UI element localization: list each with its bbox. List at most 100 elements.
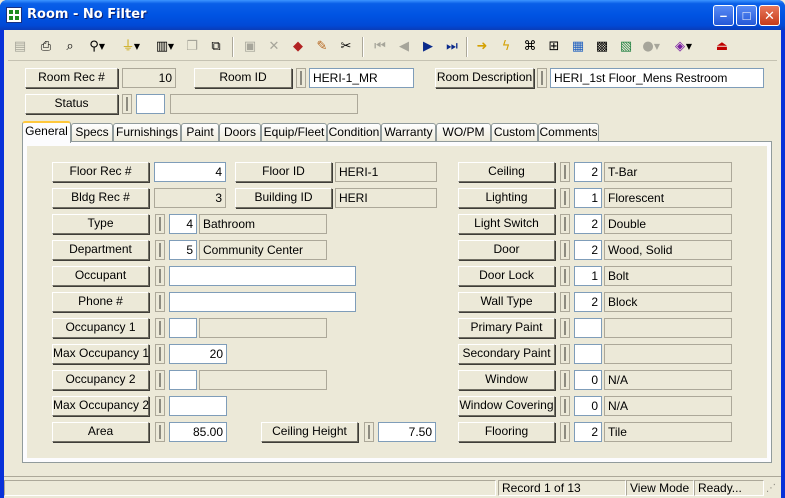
tab-specs[interactable]: Specs — [71, 123, 113, 142]
area-button[interactable]: Area — [52, 422, 149, 442]
spellcheck-icon[interactable]: ◆ — [288, 37, 308, 57]
floor-rec-button[interactable]: Floor Rec # — [52, 162, 149, 182]
field-indicator — [155, 318, 165, 338]
tab-condition[interactable]: Condition — [327, 123, 381, 142]
find-dropdown-icon[interactable]: ▼ — [97, 37, 107, 57]
room-id-field[interactable]: HERI-1_MR — [309, 68, 414, 88]
tree-icon[interactable]: ⊞ — [544, 37, 564, 57]
cut-icon[interactable]: ✂ — [336, 37, 356, 57]
wall-type-button[interactable]: Wall Type — [458, 292, 555, 312]
tab-custom[interactable]: Custom — [491, 123, 538, 142]
tab-warranty[interactable]: Warranty — [381, 123, 436, 142]
max-occupancy2-field[interactable] — [169, 396, 227, 416]
maximize-button[interactable]: □ — [736, 5, 757, 26]
primary-paint-code-field[interactable] — [574, 318, 602, 338]
view-mode-status: View Mode — [626, 480, 694, 496]
floor-id-button[interactable]: Floor ID — [235, 162, 332, 182]
resize-grip-icon[interactable]: ⋰ — [766, 483, 778, 495]
status-button[interactable]: Status — [25, 94, 118, 114]
occupancy2-button[interactable]: Occupancy 2 — [52, 370, 149, 390]
max-occupancy2-button[interactable]: Max Occupancy 2 — [52, 396, 149, 416]
door-code-field[interactable]: 2 — [574, 240, 602, 260]
door-lock-code-field[interactable]: 1 — [574, 266, 602, 286]
room-rec-button[interactable]: Room Rec # — [25, 68, 118, 88]
type-code-field[interactable]: 4 — [169, 214, 197, 234]
bookmark-dropdown-icon[interactable]: ▼ — [684, 37, 694, 57]
max-occupancy1-field[interactable]: 20 — [169, 344, 227, 364]
ceiling-height-button[interactable]: Ceiling Height — [261, 422, 358, 442]
status-code-field[interactable] — [136, 94, 165, 114]
secondary-paint-button[interactable]: Secondary Paint — [458, 344, 555, 364]
hierarchy-icon[interactable]: ⌘ — [520, 37, 540, 57]
new-record-icon[interactable]: ▤ — [10, 37, 30, 57]
delete-icon[interactable]: ✕ — [264, 37, 284, 57]
duplicate-icon[interactable]: ⧉ — [206, 37, 226, 57]
minimize-button[interactable]: – — [713, 5, 734, 26]
exit-icon[interactable]: ⏏ — [712, 37, 732, 57]
tab-wo-pm[interactable]: WO/PM — [436, 123, 491, 142]
map-icon[interactable]: ▦ — [568, 37, 588, 57]
tab-furnishings[interactable]: Furnishings — [113, 123, 181, 142]
previous-record-icon[interactable]: ◀ — [394, 37, 414, 57]
copy-icon[interactable]: ❐ — [182, 37, 202, 57]
first-record-icon[interactable]: ⏮ — [370, 37, 390, 57]
ceiling-height-field[interactable]: 7.50 — [378, 422, 436, 442]
occupancy2-code-field[interactable] — [169, 370, 197, 390]
next-record-icon[interactable]: ▶ — [418, 37, 438, 57]
lighting-code-field[interactable]: 1 — [574, 188, 602, 208]
occupancy1-button[interactable]: Occupancy 1 — [52, 318, 149, 338]
room-description-button[interactable]: Room Description — [435, 68, 534, 88]
room-description-field[interactable]: HERI_1st Floor_Mens Restroom — [550, 68, 764, 88]
type-button[interactable]: Type — [52, 214, 149, 234]
light-switch-button[interactable]: Light Switch — [458, 214, 555, 234]
status-bar-message — [4, 480, 496, 496]
occupant-field[interactable] — [169, 266, 356, 286]
report-dropdown-icon[interactable]: ▼ — [166, 37, 176, 57]
floor-rec-field[interactable]: 4 — [154, 162, 226, 182]
image-icon[interactable]: ▧ — [616, 37, 636, 57]
door-lock-button[interactable]: Door Lock — [458, 266, 555, 286]
last-record-icon[interactable]: ⏭ — [442, 37, 462, 57]
ceiling-button[interactable]: Ceiling — [458, 162, 555, 182]
flooring-code-field[interactable]: 2 — [574, 422, 602, 442]
max-occupancy1-button[interactable]: Max Occupancy 1 — [52, 344, 149, 364]
secondary-paint-code-field[interactable] — [574, 344, 602, 364]
department-code-field[interactable]: 5 — [169, 240, 197, 260]
tab-general[interactable]: General — [22, 121, 71, 143]
save-icon[interactable]: ▣ — [240, 37, 260, 57]
room-id-button[interactable]: Room ID — [194, 68, 292, 88]
close-button[interactable]: ✕ — [759, 5, 780, 26]
title-bar[interactable]: Room - No Filter – □ ✕ — [0, 0, 785, 30]
department-button[interactable]: Department — [52, 240, 149, 260]
window-button[interactable]: Window — [458, 370, 555, 390]
flooring-button[interactable]: Flooring — [458, 422, 555, 442]
calculator-icon[interactable]: ▩ — [592, 37, 612, 57]
print-preview-icon[interactable]: ⌕ — [60, 37, 80, 57]
bldg-rec-button[interactable]: Bldg Rec # — [52, 188, 149, 208]
execute-icon[interactable]: ϟ — [496, 37, 516, 57]
tab-equip-fleet[interactable]: Equip/Fleet — [261, 123, 327, 142]
area-field[interactable]: 85.00 — [169, 422, 227, 442]
window-covering-code-field[interactable]: 0 — [574, 396, 602, 416]
building-id-button[interactable]: Building ID — [235, 188, 332, 208]
filter-dropdown-icon[interactable]: ▼ — [132, 37, 142, 57]
wall-type-code-field[interactable]: 2 — [574, 292, 602, 312]
door-button[interactable]: Door — [458, 240, 555, 260]
primary-paint-button[interactable]: Primary Paint — [458, 318, 555, 338]
globe-dropdown-icon[interactable]: ▼ — [652, 37, 662, 57]
tab-paint[interactable]: Paint — [181, 123, 219, 142]
edit-icon[interactable]: ✎ — [312, 37, 332, 57]
ceiling-code-field[interactable]: 2 — [574, 162, 602, 182]
tab-comments[interactable]: Comments — [538, 123, 599, 142]
occupancy1-code-field[interactable] — [169, 318, 197, 338]
tab-doors[interactable]: Doors — [219, 123, 261, 142]
phone-button[interactable]: Phone # — [52, 292, 149, 312]
occupant-button[interactable]: Occupant — [52, 266, 149, 286]
goto-icon[interactable]: ➜ — [472, 37, 492, 57]
print-icon[interactable]: ⎙ — [36, 37, 56, 57]
phone-field[interactable] — [169, 292, 356, 312]
lighting-button[interactable]: Lighting — [458, 188, 555, 208]
window-code-field[interactable]: 0 — [574, 370, 602, 390]
window-covering-button[interactable]: Window Covering — [458, 396, 555, 416]
light-switch-code-field[interactable]: 2 — [574, 214, 602, 234]
